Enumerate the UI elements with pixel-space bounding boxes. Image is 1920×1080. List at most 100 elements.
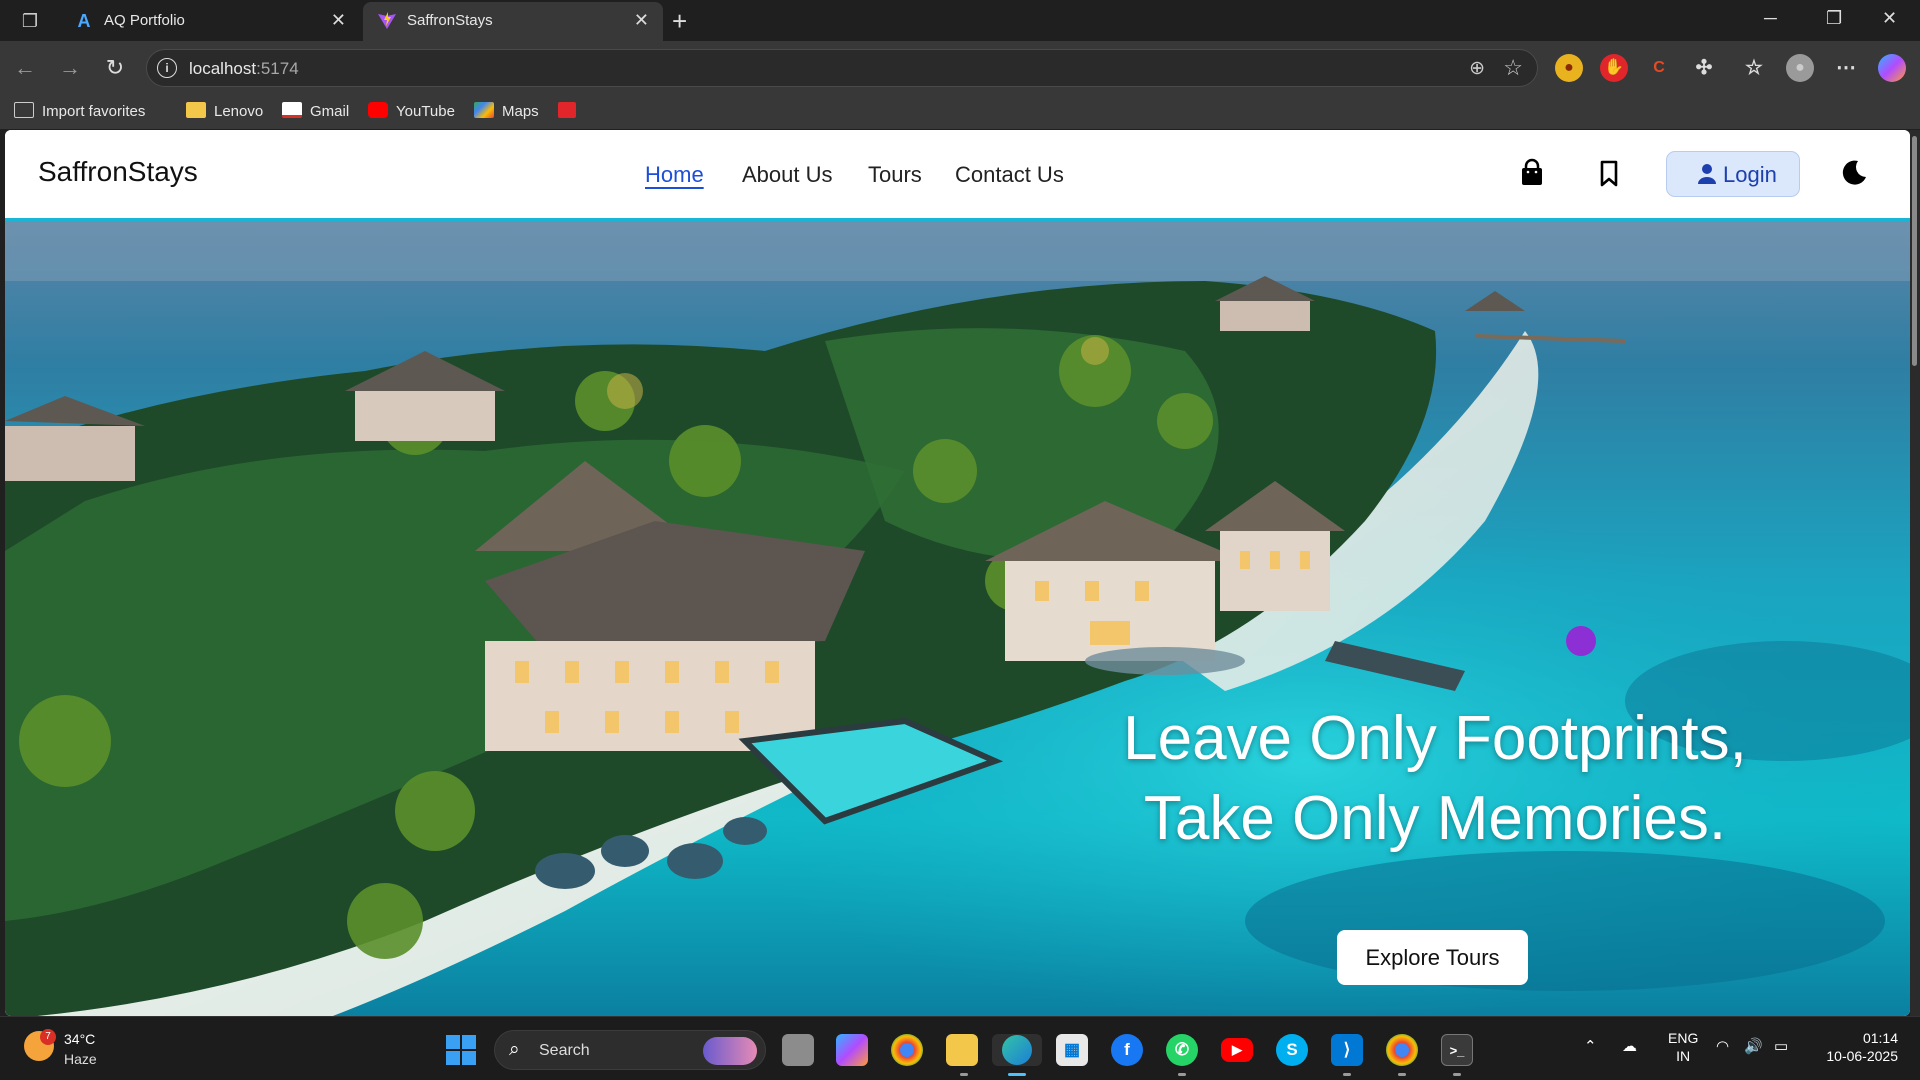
language-indicator[interactable]: ENG IN bbox=[1668, 1029, 1698, 1065]
nav-about-us[interactable]: About Us bbox=[742, 162, 833, 188]
youtube-app-icon[interactable]: ▶ bbox=[1221, 1038, 1253, 1062]
running-indicator bbox=[1343, 1073, 1351, 1076]
clock-time: 01:14 bbox=[1862, 1030, 1898, 1046]
favorite-star-icon[interactable]: ☆ bbox=[1503, 55, 1523, 81]
user-icon bbox=[1697, 163, 1717, 191]
address-toolbar: ← → ↻ i localhost:5174 ⊕ ☆ ● ✋ C ✣ ☆ ● ⋯ bbox=[0, 41, 1920, 95]
browser-tab-strip: ❐ A AQ Portfolio ✕ SaffronStays ✕ + ─ ❐ … bbox=[0, 0, 1920, 41]
page-scrollbar[interactable] bbox=[1910, 130, 1920, 1016]
weather-description[interactable]: Haze bbox=[64, 1051, 97, 1067]
back-icon[interactable]: ← bbox=[10, 53, 40, 83]
bookmark-lenovo[interactable]: Lenovo bbox=[186, 101, 263, 123]
maps-icon bbox=[474, 102, 494, 118]
login-label: Login bbox=[1723, 162, 1777, 187]
running-indicator bbox=[960, 1073, 968, 1076]
forward-icon[interactable]: → bbox=[55, 53, 85, 83]
bookmark-pdf[interactable] bbox=[558, 101, 584, 123]
explore-tours-button[interactable]: Explore Tours bbox=[1337, 930, 1528, 985]
scrollbar-thumb[interactable] bbox=[1912, 136, 1917, 366]
running-indicator bbox=[1178, 1073, 1186, 1076]
task-view-icon[interactable] bbox=[782, 1034, 814, 1066]
bookmarks-bar: Import favorites Lenovo Gmail YouTube Ma… bbox=[0, 95, 1920, 129]
shopping-bag-icon[interactable] bbox=[1517, 158, 1547, 188]
hero-headline-line-2: Take Only Memories. bbox=[1143, 784, 1727, 853]
site-brand[interactable]: SaffronStays bbox=[38, 156, 198, 188]
battery-icon[interactable]: ▭ bbox=[1774, 1037, 1788, 1055]
workspaces-icon[interactable]: ❐ bbox=[18, 9, 42, 33]
more-menu-icon[interactable]: ⋯ bbox=[1832, 54, 1860, 82]
search-icon: ⌕ bbox=[509, 1039, 520, 1060]
search-highlight-icon bbox=[703, 1037, 757, 1065]
onedrive-cloud-icon[interactable]: ☁ bbox=[1622, 1037, 1637, 1055]
extensions-puzzle-icon[interactable]: ✣ bbox=[1690, 54, 1718, 82]
page-viewport: SaffronStays Home About Us Tours Contact… bbox=[5, 130, 1910, 1016]
tab-aq-portfolio[interactable]: A AQ Portfolio ✕ bbox=[60, 2, 360, 41]
url-text: localhost:5174 bbox=[189, 59, 299, 78]
tray-overflow-chevron-icon[interactable]: ⌃ bbox=[1584, 1037, 1597, 1055]
language-code: ENG bbox=[1668, 1030, 1699, 1046]
file-explorer-icon[interactable] bbox=[946, 1034, 978, 1066]
running-indicator bbox=[1398, 1073, 1406, 1076]
folder-icon bbox=[186, 102, 206, 118]
microsoft-store-icon[interactable]: ▦ bbox=[1056, 1034, 1088, 1066]
hero-image-resort-island bbox=[5, 221, 1910, 1016]
taskbar-search-box[interactable]: ⌕ Search bbox=[494, 1030, 766, 1070]
running-indicator bbox=[1453, 1073, 1461, 1076]
new-tab-button[interactable]: + bbox=[672, 6, 687, 37]
tab-close-icon[interactable]: ✕ bbox=[331, 10, 346, 31]
adblock-extension-icon[interactable]: ✋ bbox=[1600, 54, 1628, 82]
bookmark-youtube[interactable]: YouTube bbox=[368, 101, 455, 123]
copilot-app-icon[interactable] bbox=[836, 1034, 868, 1066]
tab-title: SaffronStays bbox=[407, 12, 493, 29]
region-code: IN bbox=[1676, 1048, 1691, 1064]
system-clock[interactable]: 01:14 10-06-2025 bbox=[1818, 1029, 1898, 1065]
vite-logo-icon bbox=[377, 11, 397, 31]
hero-headline: Leave Only Footprints, Take Only Memorie… bbox=[1085, 699, 1785, 859]
youtube-icon bbox=[368, 102, 388, 118]
hero-section: Leave Only Footprints, Take Only Memorie… bbox=[5, 218, 1910, 1016]
hero-headline-line-1: Leave Only Footprints, bbox=[1123, 704, 1747, 773]
nav-home[interactable]: Home bbox=[645, 162, 704, 188]
close-window-icon[interactable]: ✕ bbox=[1882, 8, 1897, 29]
bookmark-maps[interactable]: Maps bbox=[474, 101, 539, 123]
minimize-icon[interactable]: ─ bbox=[1764, 8, 1777, 29]
extension-c-icon[interactable]: C bbox=[1645, 54, 1673, 82]
site-info-icon[interactable]: i bbox=[157, 58, 177, 78]
wifi-icon[interactable]: ◠ bbox=[1716, 1037, 1729, 1055]
volume-icon[interactable]: 🔊 bbox=[1744, 1037, 1763, 1055]
facebook-icon[interactable]: f bbox=[1111, 1034, 1143, 1066]
vscode-icon[interactable]: ⟩ bbox=[1331, 1034, 1363, 1066]
weather-temperature[interactable]: 34°C bbox=[64, 1031, 95, 1047]
weather-badge: 7 bbox=[40, 1029, 56, 1045]
edge-browser-icon[interactable] bbox=[992, 1034, 1042, 1066]
profile-avatar[interactable]: ● bbox=[1786, 54, 1814, 82]
start-button-windows-icon[interactable] bbox=[446, 1035, 476, 1065]
bookmark-icon[interactable] bbox=[1594, 158, 1624, 188]
copilot-icon[interactable] bbox=[1878, 54, 1906, 82]
pdf-icon bbox=[558, 102, 576, 118]
chrome-icon[interactable] bbox=[891, 1034, 923, 1066]
favorites-icon[interactable]: ☆ bbox=[1740, 54, 1768, 82]
windows-taskbar: 7 34°C Haze ⌕ Search ▦ f ✆ ▶ S ⟩ >_ ⌃ ☁ … bbox=[0, 1016, 1920, 1080]
tab-close-icon[interactable]: ✕ bbox=[634, 10, 649, 31]
whatsapp-icon[interactable]: ✆ bbox=[1166, 1034, 1198, 1066]
terminal-icon[interactable]: >_ bbox=[1441, 1034, 1473, 1066]
site-header: SaffronStays Home About Us Tours Contact… bbox=[5, 130, 1910, 218]
tab-title: AQ Portfolio bbox=[104, 12, 185, 29]
reload-icon[interactable]: ↻ bbox=[100, 53, 130, 83]
chrome-profile-icon[interactable] bbox=[1386, 1034, 1418, 1066]
bookmark-import-favorites[interactable]: Import favorites bbox=[14, 101, 145, 123]
running-indicator-active bbox=[1008, 1073, 1026, 1076]
skype-icon[interactable]: S bbox=[1276, 1034, 1308, 1066]
dark-mode-moon-icon[interactable] bbox=[1839, 158, 1869, 188]
zoom-icon[interactable]: ⊕ bbox=[1469, 57, 1485, 80]
extension-icon[interactable]: ● bbox=[1555, 54, 1583, 82]
login-button[interactable]: Login bbox=[1666, 151, 1800, 197]
nav-tours[interactable]: Tours bbox=[868, 162, 922, 188]
address-bar[interactable]: i localhost:5174 ⊕ ☆ bbox=[146, 49, 1538, 87]
restore-icon[interactable]: ❐ bbox=[1826, 8, 1842, 29]
nav-contact-us[interactable]: Contact Us bbox=[955, 162, 1064, 188]
bookmark-gmail[interactable]: Gmail bbox=[282, 101, 349, 123]
gmail-icon bbox=[282, 102, 302, 118]
tab-saffronstays[interactable]: SaffronStays ✕ bbox=[363, 2, 663, 41]
